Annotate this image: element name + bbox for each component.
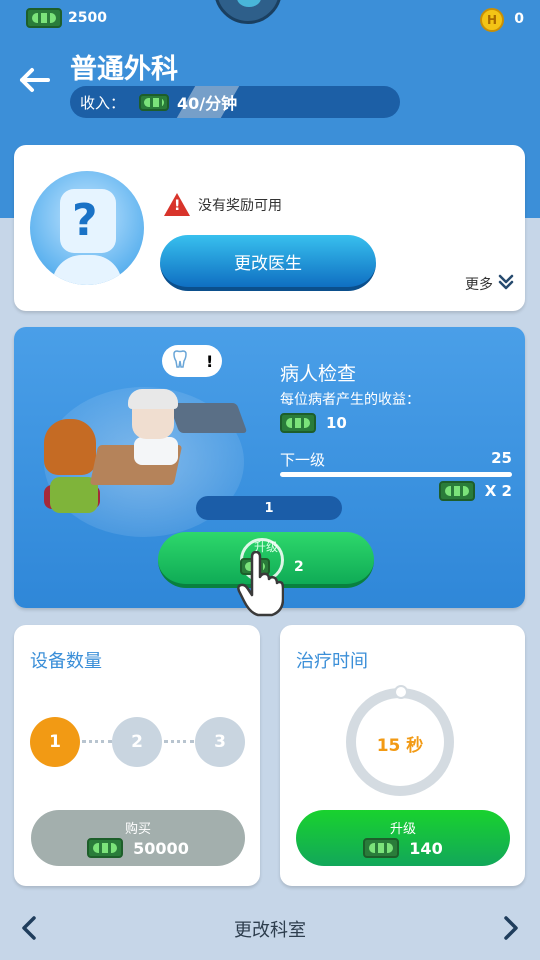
equipment-step-2: 2 [112, 717, 162, 767]
treatment-time-value: 15 秒 [376, 736, 424, 756]
step-connector [164, 740, 194, 744]
buy-cost: 50000 [31, 838, 245, 858]
back-arrow-icon[interactable] [14, 60, 54, 100]
cash-icon [363, 838, 400, 858]
level-indicator: 1 [196, 496, 342, 520]
question-mark-icon: ? [72, 195, 98, 246]
department-title: 普通外科 [70, 54, 178, 85]
timer-knob [394, 685, 408, 699]
patient-illustration [44, 419, 96, 475]
tooth-icon [171, 350, 189, 372]
revenue-row: 10 [280, 413, 347, 433]
treatment-upgrade-button[interactable]: 升级 140 [296, 810, 510, 866]
speech-bubble: ! [162, 345, 222, 377]
cash-icon [87, 838, 124, 858]
doctor-card: ? 没有奖励可用 更改医生 更多 [14, 145, 525, 311]
next-level-progress-bar [280, 472, 512, 477]
buy-cost-value: 50000 [133, 838, 189, 858]
cash-icon [438, 481, 475, 501]
buy-equipment-button[interactable]: 购买 50000 [31, 810, 245, 866]
multiplier-value: X 2 [484, 482, 512, 500]
multiplier-row: X 2 [438, 481, 512, 501]
cash-icon [280, 413, 316, 433]
exam-title: 病人检查 [280, 363, 357, 385]
more-label: 更多 [465, 277, 493, 293]
cash-amount: 2500 [68, 10, 107, 26]
equipment-card: 设备数量 1 2 3 购买 50000 [14, 625, 260, 886]
coin-count: 0 [514, 11, 524, 27]
next-level-label: 下一级 [280, 451, 326, 469]
buy-label: 购买 [124, 822, 151, 837]
equipment-step-1: 1 [30, 717, 80, 767]
warning-text: 没有奖励可用 [198, 197, 282, 214]
bed-illustration [168, 403, 248, 433]
pointing-hand-icon [236, 550, 285, 617]
change-doctor-button[interactable]: 更改医生 [160, 235, 376, 291]
treatment-time-heading: 治疗时间 [296, 651, 368, 672]
income-bar: 收入： 40/分钟 [70, 86, 400, 118]
revenue-label: 每位病者产生的收益： [280, 392, 420, 408]
more-button[interactable]: 更多 [465, 273, 515, 295]
upgrade-cost-value: 140 [409, 838, 443, 858]
coin-letter: H [486, 13, 498, 27]
step-connector [82, 740, 112, 744]
cash-counter: 2500 [26, 8, 107, 28]
income-value: 40/分钟 [177, 94, 238, 113]
equipment-step-3: 3 [195, 717, 245, 767]
warning-icon [164, 193, 190, 216]
no-reward-warning: 没有奖励可用 [164, 193, 282, 216]
next-level-row: 下一级 25 [280, 449, 512, 470]
income-label: 收入： [80, 93, 126, 112]
coin-icon: H [480, 8, 504, 32]
upgrade-label: 升级 [389, 822, 416, 837]
treatment-time-card: 治疗时间 15 秒 升级 140 [280, 625, 525, 886]
doctor-coat [134, 437, 178, 465]
department-nav: 更改科室 [0, 900, 540, 956]
doctor-portrait[interactable]: ? [30, 171, 144, 285]
exclamation-icon: ! [206, 351, 214, 371]
portrait-body [52, 255, 122, 285]
chevron-down-icon [497, 273, 515, 295]
doctor-hair [128, 389, 178, 409]
equipment-heading: 设备数量 [30, 651, 102, 672]
cash-icon [139, 93, 170, 111]
upgrade-cost: 140 [296, 838, 510, 858]
cash-icon [26, 8, 62, 28]
next-level-value: 25 [491, 449, 512, 467]
revenue-value: 10 [326, 414, 347, 432]
next-department-arrow-icon[interactable] [496, 910, 526, 946]
upgrade-cost-value: 2 [294, 558, 304, 575]
change-department-label[interactable]: 更改科室 [0, 916, 540, 942]
